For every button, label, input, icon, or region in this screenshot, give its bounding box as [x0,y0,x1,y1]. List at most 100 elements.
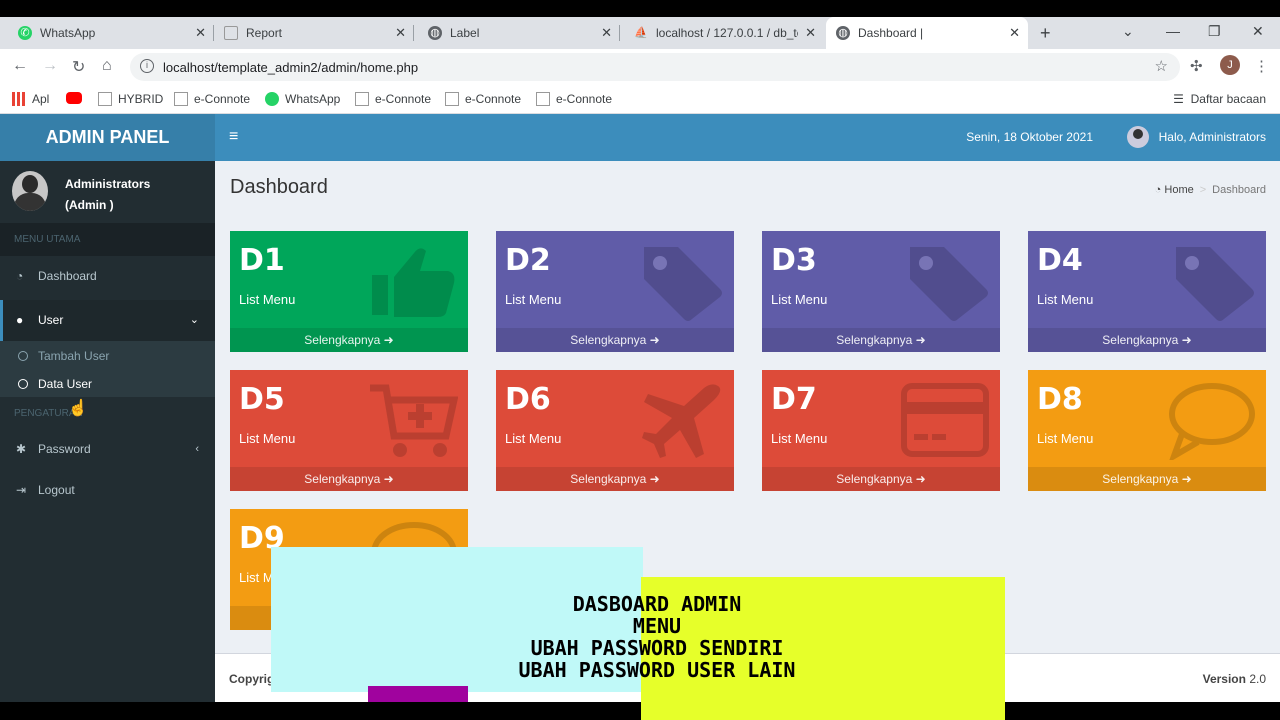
sidebar-item-data-user[interactable]: Data User [18,377,92,391]
box-title: D1 [239,243,285,278]
comment-icon [1166,380,1256,463]
sidebar: ADMIN PANEL Administrators (Admin ) MENU… [0,114,215,702]
whatsapp-icon: ✆ [18,26,32,40]
hamburger-menu-icon[interactable]: ≡ [229,128,238,146]
cart-plus-icon [368,380,459,460]
box-title: D8 [1037,382,1083,417]
info-icon[interactable]: i [140,59,154,73]
chevron-left-icon: ‹ [195,443,199,455]
bookmark-hybrid[interactable]: HYBRID [98,92,163,106]
home-icon[interactable]: ⌂ [102,57,112,75]
app-logo[interactable]: ADMIN PANEL [0,114,215,161]
more-info-link[interactable]: Selengkapnya ➜ [1028,328,1266,352]
close-window-icon[interactable]: ✕ [1252,23,1264,40]
more-info-link[interactable]: Selengkapnya ➜ [762,328,1000,352]
user-menu[interactable]: Halo, Administrators [1126,126,1266,148]
page-icon [174,92,188,106]
overlay-caption: DASBOARD ADMIN MENU UBAH PASSWORD SENDIR… [518,592,796,682]
info-box-d3: D3 List Menu Selengkapnya ➜ [762,231,1000,352]
bookmark-apps[interactable]: Apl [12,92,49,106]
reading-list[interactable]: ☰ Daftar bacaan [1173,92,1266,106]
more-info-link[interactable]: Selengkapnya ➜ [496,467,734,491]
close-tab-icon[interactable]: ✕ [601,25,612,41]
chevron-down-icon: ⌄ [189,314,199,326]
close-tab-icon[interactable]: ✕ [395,25,406,41]
box-subtitle: List Menu [771,292,828,307]
bookmark-whatsapp[interactable]: WhatsApp [265,92,340,106]
menu-kebab-icon[interactable]: ⋮ [1254,57,1269,75]
arrow-circle-right-icon: ➜ [915,333,926,347]
circle-icon [18,351,28,361]
arrow-circle-right-icon: ➜ [915,472,926,486]
profile-avatar[interactable]: J [1220,55,1240,75]
close-tab-icon[interactable]: ✕ [195,25,206,41]
more-info-link[interactable]: Selengkapnya ➜ [1028,467,1266,491]
globe-icon: ◍ [428,26,442,40]
page-title: Dashboard [230,176,328,198]
sidebar-item-logout[interactable]: ⇥ Logout [0,470,215,511]
bookmark-econnote[interactable]: e-Connote [445,92,521,106]
close-tab-icon[interactable]: ✕ [1009,25,1020,41]
box-subtitle: List Menu [1037,292,1094,307]
page-icon [224,26,238,40]
phpmyadmin-icon: ⛵ [634,27,648,39]
tab-search-icon[interactable]: ⌄ [1122,23,1134,40]
user-avatar [12,171,48,211]
info-box-d5: D5 List Menu Selengkapnya ➜ [230,370,468,491]
box-subtitle: List M [239,570,274,585]
overlay-purple-block [368,686,468,702]
bookmark-star-icon[interactable]: ☆ [1155,57,1168,75]
whatsapp-icon [265,92,279,106]
tab-phpmyadmin[interactable]: ⛵ localhost / 127.0.0.1 / db_ter ✕ [624,17,824,49]
tag-icon [900,241,990,321]
sidebar-item-user[interactable]: ● User ⌄ [0,300,215,341]
page-icon [98,92,112,106]
breadcrumb-home[interactable]: Home [1164,184,1193,196]
page-icon [536,92,550,106]
breadcrumb: ◔ Home > Dashboard [1154,184,1266,196]
back-icon[interactable]: ← [12,57,28,75]
bookmark-econnote[interactable]: e-Connote [355,92,431,106]
extensions-icon[interactable]: ✣ [1190,57,1203,75]
breadcrumb-current: Dashboard [1212,184,1266,196]
arrow-circle-right-icon: ➜ [383,333,394,347]
minimize-icon[interactable]: — [1166,23,1180,39]
user-role: (Admin ) [65,198,114,212]
more-info-link[interactable]: Selengkapnya ➜ [496,328,734,352]
credit-card-icon [900,380,990,460]
youtube-icon [66,92,82,104]
address-bar[interactable]: i localhost/template_admin2/admin/home.p… [130,53,1180,81]
bookmark-econnote[interactable]: e-Connote [536,92,612,106]
sidebar-item-dashboard[interactable]: ◔ Dashboard [0,256,215,297]
box-title: D7 [771,382,817,417]
reload-icon[interactable]: ↻ [72,57,85,77]
tab-dashboard[interactable]: ◍ Dashboard | ✕ [826,17,1028,49]
sidebar-item-tambah-user[interactable]: Tambah User [18,349,109,363]
home-breadcrumb-icon: ◔ [1154,184,1162,196]
user-submenu: Tambah User Data User [0,341,215,397]
bookmark-youtube[interactable] [66,92,88,104]
forward-icon[interactable]: → [42,57,58,75]
arrow-circle-right-icon: ➜ [1181,472,1192,486]
new-tab-icon[interactable]: + [1040,23,1051,44]
logout-icon: ⇥ [16,483,27,497]
bookmark-econnote[interactable]: e-Connote [174,92,250,106]
tag-icon [634,241,724,321]
more-info-link[interactable]: Selengkapnya ➜ [230,467,468,491]
box-subtitle: List Menu [505,292,562,307]
tab-strip: ✆ WhatsApp ✕ Report ✕ ◍ Label ✕ ⛵ localh… [0,17,1280,49]
more-info-link[interactable]: Selengkapnya ➜ [230,328,468,352]
dashboard-icon: ◔ [16,269,24,283]
restore-icon[interactable]: ❐ [1208,23,1221,40]
tab-label[interactable]: ◍ Label ✕ [418,17,620,49]
browser-toolbar: ← → ↻ ⌂ i localhost/template_admin2/admi… [0,49,1280,85]
hand-cursor-icon: ☝ [68,400,88,417]
close-tab-icon[interactable]: ✕ [805,25,816,41]
tab-whatsapp[interactable]: ✆ WhatsApp ✕ [8,17,214,49]
user-name: Administrators [65,177,151,191]
more-info-link[interactable]: Selengkapnya ➜ [762,467,1000,491]
box-subtitle: List Menu [505,431,562,446]
footer-copyright: Copyrig [229,672,275,686]
tab-report[interactable]: Report ✕ [214,17,414,49]
sidebar-item-password[interactable]: ✱ Password ‹ [0,429,215,470]
